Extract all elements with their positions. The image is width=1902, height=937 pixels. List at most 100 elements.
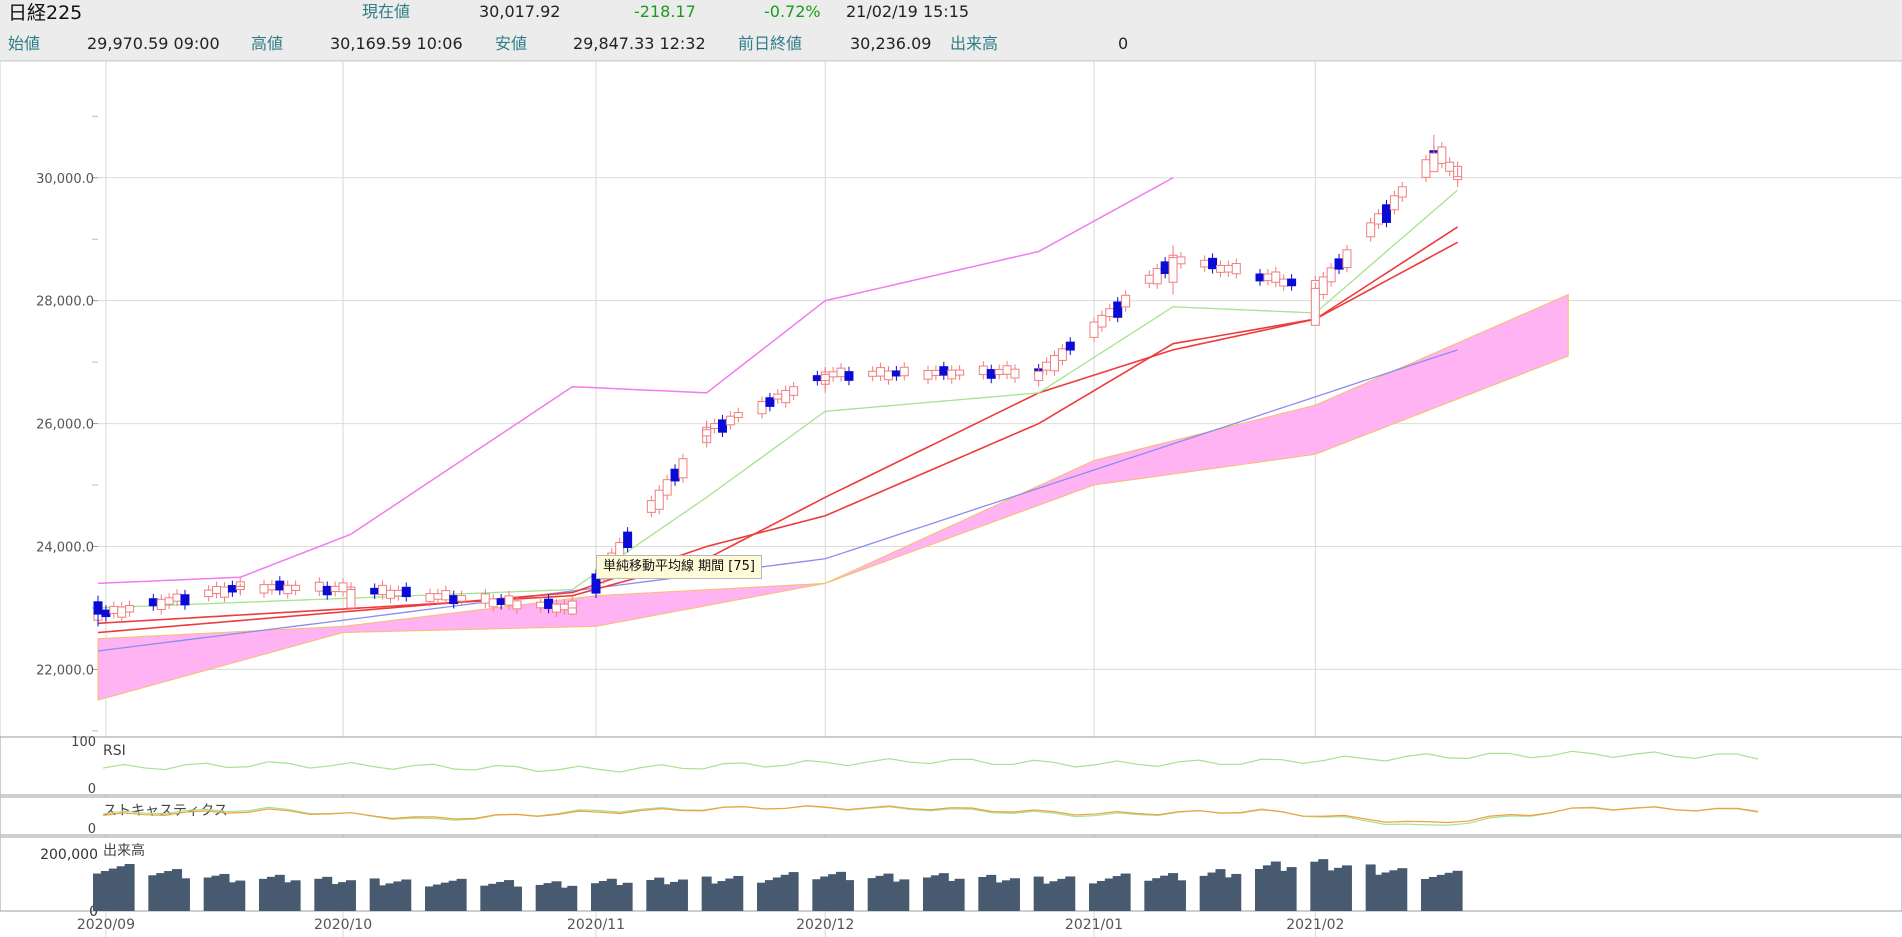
candle-body bbox=[1381, 204, 1391, 223]
candle-body bbox=[1200, 259, 1210, 268]
candle-body bbox=[449, 595, 459, 605]
candle-body bbox=[1310, 287, 1320, 326]
y-tick-label: 26,000.0 bbox=[36, 418, 94, 433]
stock-chart[interactable]: 30,000.0 28,000.0 26,000.0 24,000.0 22,000.0… bbox=[0, 61, 1902, 937]
rsi-panel-frame bbox=[0, 736, 1902, 796]
candle-body bbox=[425, 593, 435, 603]
candle-body bbox=[939, 366, 949, 376]
volume-bar bbox=[1286, 867, 1297, 911]
candle-body bbox=[1223, 264, 1233, 273]
candle-body bbox=[955, 369, 965, 376]
candle-body bbox=[1389, 195, 1399, 211]
candle-body bbox=[1437, 146, 1447, 164]
candle-body bbox=[1366, 222, 1376, 238]
candle-body bbox=[1215, 264, 1225, 273]
candle-body bbox=[101, 609, 111, 618]
x-tick-label: 2020/11 bbox=[567, 917, 625, 933]
candle-body bbox=[1231, 262, 1241, 275]
candle-body bbox=[883, 370, 893, 381]
candle-body bbox=[275, 580, 285, 591]
candle bbox=[567, 607, 577, 615]
volume-panel-label: 出来高 bbox=[103, 842, 145, 859]
rsi-panel: RSI 100 0 bbox=[0, 735, 1902, 797]
candle-body bbox=[1453, 176, 1463, 181]
candle-body bbox=[1042, 361, 1052, 371]
candle-body bbox=[1255, 273, 1265, 282]
candle-body bbox=[828, 371, 838, 378]
volume-bar bbox=[1452, 870, 1463, 911]
candle-body bbox=[1318, 276, 1328, 296]
candle-body bbox=[346, 589, 356, 609]
candle-body bbox=[844, 371, 854, 381]
candle-body bbox=[164, 597, 174, 605]
candle-body bbox=[559, 603, 569, 611]
y-tick-label: 28,000.0 bbox=[36, 295, 94, 310]
volume-bar bbox=[788, 872, 799, 911]
candle-body bbox=[370, 587, 380, 595]
candle-body bbox=[235, 585, 245, 591]
candle-body bbox=[931, 369, 941, 376]
candle-body bbox=[899, 366, 909, 377]
candle-body bbox=[757, 400, 767, 415]
candle-body bbox=[512, 600, 522, 610]
high-label: 高値 bbox=[251, 34, 284, 53]
candle-body bbox=[536, 601, 546, 609]
volume-bar bbox=[622, 882, 633, 911]
candle-body bbox=[1326, 267, 1336, 283]
candle-body bbox=[551, 603, 561, 613]
candle-body bbox=[219, 586, 229, 598]
candle-body bbox=[868, 370, 878, 377]
candle-body bbox=[267, 584, 277, 591]
candle-body bbox=[1374, 213, 1384, 225]
low-value: 29,847.33 12:32 bbox=[573, 34, 706, 53]
candle-body bbox=[480, 593, 490, 604]
candle-body bbox=[765, 397, 775, 407]
stochastic-panel: ストキャスティクス0 bbox=[0, 796, 1902, 837]
volume-bar bbox=[843, 880, 854, 911]
low-label: 安値 bbox=[495, 34, 528, 53]
candle-body bbox=[441, 590, 451, 601]
candle-body bbox=[1208, 257, 1218, 270]
candle-body bbox=[1010, 368, 1020, 379]
candle-body bbox=[1287, 278, 1297, 287]
y-tick-label: 22,000.0 bbox=[36, 663, 94, 678]
candle-body bbox=[1105, 308, 1115, 318]
candle-body bbox=[820, 373, 830, 382]
candle-body bbox=[1168, 257, 1178, 283]
candle-body bbox=[1097, 314, 1107, 328]
volume-bar bbox=[1009, 878, 1020, 911]
candle-body bbox=[923, 369, 933, 380]
volume-bar bbox=[235, 880, 246, 911]
quote-header: 日経225 現在値 30,017.92 -218.17 -0.72% 21/02… bbox=[0, 0, 1902, 61]
volume-bar bbox=[733, 875, 744, 911]
x-tick-label: 2020/12 bbox=[796, 917, 854, 933]
candle-body bbox=[1113, 301, 1123, 318]
candle-body bbox=[385, 589, 395, 599]
volume-bar bbox=[1341, 865, 1352, 911]
candle-body bbox=[338, 582, 348, 593]
y-tick-label: 30,000.0 bbox=[36, 172, 94, 187]
candle-body bbox=[567, 607, 577, 615]
candle-body bbox=[457, 595, 467, 602]
candle-body bbox=[1445, 161, 1455, 172]
candle-body bbox=[646, 500, 656, 513]
volume-panel: 出来高200,0000 bbox=[0, 836, 1902, 920]
candle-body bbox=[994, 368, 1004, 375]
candle-body bbox=[717, 419, 727, 433]
candle-body bbox=[1342, 249, 1352, 268]
candle-body bbox=[789, 386, 799, 396]
change-percent: -0.72% bbox=[764, 2, 821, 21]
volume-bar bbox=[899, 879, 910, 911]
high-value: 30,169.59 10:06 bbox=[330, 34, 463, 53]
candle-body bbox=[891, 370, 901, 377]
volume-bar bbox=[401, 879, 412, 911]
candle-body bbox=[93, 601, 103, 615]
stoch-panel-frame bbox=[0, 796, 1902, 836]
candle-body bbox=[204, 589, 214, 598]
candle-body bbox=[623, 531, 633, 549]
candle-body bbox=[1334, 258, 1344, 270]
volume-bar bbox=[179, 878, 190, 911]
volume-bar bbox=[954, 878, 965, 911]
candle-body bbox=[1160, 261, 1170, 274]
candle bbox=[1310, 282, 1320, 326]
